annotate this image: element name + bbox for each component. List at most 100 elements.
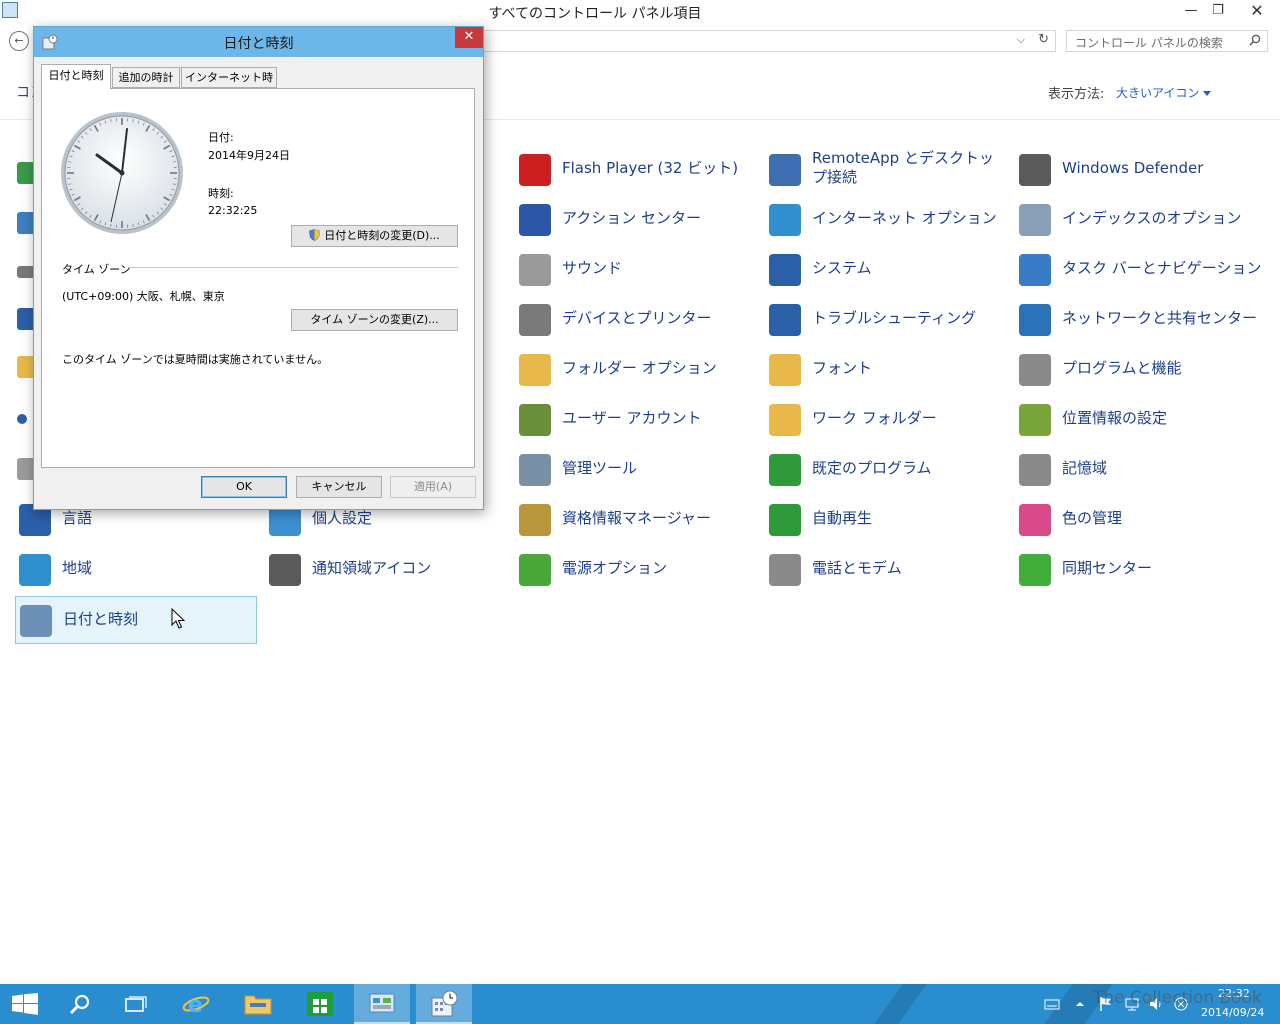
change-date-time-button[interactable]: 日付と時刻の変更(D)... — [291, 225, 458, 247]
show-hidden-icons-icon[interactable] — [1072, 996, 1088, 1012]
cp-item[interactable]: 既定のプログラム — [765, 446, 1007, 494]
time-label: 時刻: — [208, 187, 234, 200]
date-label: 日付: — [208, 131, 234, 144]
cp-item[interactable]: インデックスのオプション — [1015, 196, 1257, 244]
cp-item[interactable]: Windows Defender — [1015, 146, 1257, 194]
action-center-flag-icon — [519, 204, 551, 236]
cp-item[interactable]: 自動再生 — [765, 496, 1007, 544]
fonts-icon — [769, 354, 801, 386]
back-button[interactable]: ← — [9, 31, 29, 51]
cp-item-label: 言語 — [62, 509, 93, 527]
search-input[interactable]: コントロール パネルの検索 — [1066, 30, 1268, 52]
uac-shield-icon — [309, 229, 321, 241]
sound-speaker-icon — [519, 254, 551, 286]
taskbar-navigation-icon — [1019, 254, 1051, 286]
tab-date-time[interactable]: 日付と時刻 — [41, 64, 111, 89]
programs-features-icon — [1019, 354, 1051, 386]
partial-icon-6 — [17, 414, 27, 424]
cp-item[interactable]: タスク バーとナビゲーション — [1015, 246, 1261, 294]
location-settings-icon — [1019, 404, 1051, 436]
cp-item[interactable]: 資格情報マネージャー — [515, 496, 757, 544]
change-date-time-label: 日付と時刻の変更(D)... — [324, 229, 440, 242]
date-time-icon — [431, 990, 458, 1017]
cp-item[interactable]: フォント — [765, 346, 1007, 394]
restore-button[interactable]: ❐ — [1203, 0, 1233, 22]
cp-item[interactable]: トラブルシューティング — [765, 296, 1007, 344]
cp-item[interactable]: サウンド — [515, 246, 757, 294]
control-panel-task-button[interactable] — [354, 984, 410, 1024]
tab-additional-clocks[interactable]: 追加の時計 — [112, 67, 180, 88]
tab-panel: 日付: 2014年9月24日 時刻: 22:32:25 日付と時刻の変更(D).… — [41, 88, 475, 468]
autoplay-icon — [769, 504, 801, 536]
cp-item[interactable]: 管理ツール — [515, 446, 757, 494]
cp-item[interactable]: デバイスとプリンター — [515, 296, 757, 344]
cp-item-label: システム — [812, 259, 872, 277]
date-time-task-button[interactable] — [416, 984, 472, 1024]
cp-item-label: 位置情報の設定 — [1062, 409, 1168, 427]
close-button[interactable]: ✕ — [1234, 0, 1280, 22]
cp-item[interactable]: 地域 — [15, 546, 257, 594]
cp-item[interactable]: Flash Player (32 ビット) — [515, 146, 757, 194]
cp-item-label: 電話とモデム — [812, 559, 902, 577]
cp-item-label: 管理ツール — [562, 459, 638, 477]
cp-item[interactable]: 色の管理 — [1015, 496, 1257, 544]
dialog-title: 日付と時刻 — [223, 36, 294, 52]
cp-item[interactable]: ネットワークと共有センター — [1015, 296, 1257, 344]
dst-note: このタイム ゾーンでは夏時間は実施されていません。 — [62, 353, 329, 366]
apply-button[interactable]: 適用(A) — [390, 476, 476, 498]
cp-item-label: プログラムと機能 — [1062, 359, 1182, 377]
cp-item-label: 色の管理 — [1062, 509, 1123, 527]
tab-internet-time[interactable]: インターネット時刻 — [181, 67, 277, 103]
store-bag-icon — [307, 992, 333, 1016]
search-icon[interactable] — [1249, 34, 1261, 46]
timezone-divider — [128, 267, 458, 268]
cp-item[interactable]: 通知領域アイコン — [265, 546, 507, 594]
address-bar[interactable]: ⌵ ↻ — [480, 30, 1056, 52]
cp-item[interactable]: RemoteApp とデスクトップ接続 — [765, 146, 1007, 194]
ok-button[interactable]: OK — [201, 476, 287, 498]
credential-manager-icon — [519, 504, 551, 536]
cp-item[interactable]: 電話とモデム — [765, 546, 1007, 594]
cp-item-label: 同期センター — [1062, 559, 1153, 577]
internet-explorer-button[interactable]: e — [168, 984, 224, 1024]
task-view-button[interactable] — [108, 984, 164, 1024]
keyboard-icon[interactable] — [1044, 996, 1060, 1012]
cp-item[interactable]: 同期センター — [1015, 546, 1257, 594]
store-button[interactable] — [292, 984, 348, 1024]
cp-item-label: 電源オプション — [562, 559, 668, 577]
cp-item[interactable]: 電源オプション — [515, 546, 757, 594]
dialog-titlebar[interactable]: 日付と時刻 ✕ — [34, 27, 483, 57]
cp-item[interactable]: システム — [765, 246, 1007, 294]
cp-item[interactable]: インターネット オプション — [765, 196, 1007, 244]
refresh-icon[interactable]: ↻ — [1038, 32, 1049, 47]
dialog-close-button[interactable]: ✕ — [455, 27, 483, 48]
troubleshooting-icon — [769, 304, 801, 336]
cancel-button[interactable]: キャンセル — [296, 476, 382, 498]
work-folders-icon — [769, 404, 801, 436]
file-explorer-button[interactable] — [230, 984, 286, 1024]
cp-item[interactable]: 日付と時刻 — [15, 596, 257, 644]
cp-item-label: ネットワークと共有センター — [1062, 309, 1258, 327]
cp-item-label: Windows Defender — [1062, 159, 1204, 177]
task-view-icon — [125, 996, 147, 1012]
cp-item[interactable]: フォルダー オプション — [515, 346, 757, 394]
chevron-down-icon[interactable]: ⌵ — [1017, 33, 1025, 47]
view-by-value: 大きいアイコン — [1116, 86, 1200, 100]
view-by-dropdown[interactable]: 大きいアイコン — [1116, 84, 1212, 101]
cp-item[interactable]: アクション センター — [515, 196, 757, 244]
cp-item[interactable]: ワーク フォルダー — [765, 396, 1007, 444]
taskbar-search-button[interactable] — [52, 984, 108, 1024]
cp-item-label: サウンド — [562, 259, 623, 277]
cp-item[interactable]: 位置情報の設定 — [1015, 396, 1257, 444]
cp-item[interactable]: プログラムと機能 — [1015, 346, 1257, 394]
phone-modem-icon — [769, 554, 801, 586]
cp-item-label: 自動再生 — [812, 509, 873, 527]
region-globe-icon — [19, 554, 51, 586]
minimize-button[interactable]: — — [1176, 0, 1206, 22]
user-accounts-icon — [519, 404, 551, 436]
cp-item[interactable]: 記憶域 — [1015, 446, 1257, 494]
cp-item[interactable]: ユーザー アカウント — [515, 396, 757, 444]
change-timezone-button[interactable]: タイム ゾーンの変更(Z)... — [291, 309, 458, 331]
file-explorer-folder-icon — [244, 995, 272, 1015]
start-button[interactable] — [0, 984, 56, 1024]
